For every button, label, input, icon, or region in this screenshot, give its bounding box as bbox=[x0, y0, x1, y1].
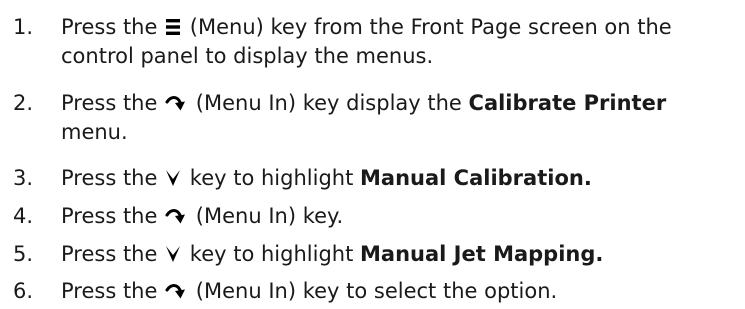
step-text-post: (Menu In) key. bbox=[195, 204, 344, 228]
step-4: 4. Press the (Menu In) key. bbox=[0, 202, 745, 232]
step-text: Press the (Menu In) key to select the op… bbox=[61, 277, 739, 306]
step-text-post: (Menu In) key to select the option. bbox=[195, 279, 558, 303]
step-5: 5. Press the key to highlight Manual Jet… bbox=[0, 240, 745, 270]
menu-in-arrow-icon bbox=[165, 208, 187, 226]
step-text-pre: Press the bbox=[61, 204, 158, 228]
step-text-pre: Press the bbox=[61, 166, 158, 190]
step-text: Press the (Menu) key from the Front Page… bbox=[61, 13, 739, 71]
instruction-steps: 1. Press the (Menu) key from the Front P… bbox=[0, 0, 745, 309]
step-number: 3. bbox=[13, 166, 34, 190]
menu-name: Calibrate Printer bbox=[468, 91, 667, 115]
menu-option: Manual Jet Mapping. bbox=[360, 242, 604, 266]
menu-in-arrow-icon bbox=[165, 283, 187, 301]
step-text-pre: Press the bbox=[61, 15, 158, 39]
step-number: 5. bbox=[13, 242, 34, 266]
menu-in-arrow-icon bbox=[165, 95, 187, 113]
step-number: 4. bbox=[13, 204, 34, 228]
step-1: 1. Press the (Menu) key from the Front P… bbox=[0, 13, 745, 73]
step-6: 6. Press the (Menu In) key to select the… bbox=[0, 277, 745, 307]
menu-option: Manual Calibration. bbox=[360, 166, 592, 190]
step-text-post: key to highlight bbox=[189, 242, 354, 266]
down-chevron-icon bbox=[165, 168, 181, 188]
step-text-post: (Menu In) key display the bbox=[195, 91, 462, 115]
step-number: 6. bbox=[13, 279, 34, 303]
step-2: 2. Press the (Menu In) key display the C… bbox=[0, 89, 745, 149]
step-text-pre: Press the bbox=[61, 279, 158, 303]
step-text-post: key to highlight bbox=[189, 166, 354, 190]
step-text-post2: menu. bbox=[61, 120, 128, 144]
step-text: Press the key to highlight Manual Calibr… bbox=[61, 164, 739, 193]
step-number: 1. bbox=[13, 15, 34, 39]
down-chevron-icon bbox=[165, 244, 181, 264]
step-number: 2. bbox=[13, 91, 34, 115]
step-text-pre: Press the bbox=[61, 91, 158, 115]
step-text: Press the (Menu In) key. bbox=[61, 202, 739, 231]
menu-icon bbox=[165, 17, 181, 37]
step-3: 3. Press the key to highlight Manual Cal… bbox=[0, 164, 745, 194]
step-text: Press the key to highlight Manual Jet Ma… bbox=[61, 240, 739, 269]
step-text-pre: Press the bbox=[61, 242, 158, 266]
step-text: Press the (Menu In) key display the Cali… bbox=[61, 89, 739, 147]
